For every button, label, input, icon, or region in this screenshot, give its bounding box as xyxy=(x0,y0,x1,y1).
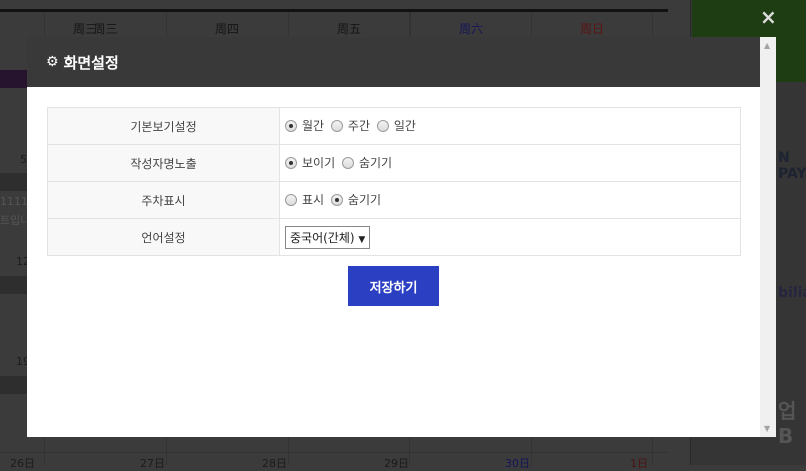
radio-label: 일간 xyxy=(393,119,416,134)
settings-table: 기본보기설정 월간 주간 일간 작성자명노출 보이기 숨기기 주차표시 표시 숨… xyxy=(47,107,741,256)
ad-text[interactable]: bilia xyxy=(778,285,806,301)
radio-weekly[interactable]: 주간 xyxy=(330,117,371,134)
calendar-date: 30日 xyxy=(505,457,530,470)
scroll-down-icon[interactable]: ▼ xyxy=(764,424,770,433)
radio-daily[interactable]: 일간 xyxy=(376,117,416,134)
ad-text[interactable]: N PAY xyxy=(778,150,806,182)
ad-text[interactable]: 업B xyxy=(778,395,806,448)
radio-icon[interactable] xyxy=(341,156,354,169)
close-button[interactable]: × xyxy=(760,5,777,29)
radio-show-author[interactable]: 보이기 xyxy=(285,154,335,171)
radio-label: 표시 xyxy=(302,193,325,208)
modal-header: ⚙ 화면설정 xyxy=(27,37,760,87)
radio-hide-week[interactable]: 숨기기 xyxy=(330,191,382,208)
radio-label: 숨기기 xyxy=(347,193,382,208)
row-label: 기본보기설정 xyxy=(47,107,280,145)
calendar-event[interactable]: 트입니 xyxy=(0,212,30,228)
calendar-date: 1日 xyxy=(630,457,648,470)
chevron-down-icon: ▼ xyxy=(358,234,366,245)
radio-label: 월간 xyxy=(302,119,325,134)
gear-icon: ⚙ xyxy=(46,54,59,70)
language-selected: 중국어(간체) xyxy=(290,230,355,245)
radio-icon[interactable] xyxy=(330,193,343,206)
radio-icon[interactable] xyxy=(285,193,297,206)
calendar-date: 27日 xyxy=(140,457,165,470)
radio-label: 보이기 xyxy=(302,156,336,171)
calendar-date: 28日 xyxy=(262,457,287,470)
calendar-date: 5 xyxy=(20,153,27,166)
row-label: 언어설정 xyxy=(47,218,280,256)
radio-icon[interactable] xyxy=(285,119,297,132)
calendar-event[interactable]: 1111 xyxy=(0,195,28,208)
radio-monthly[interactable]: 월간 xyxy=(285,117,324,134)
row-label: 작성자명노출 xyxy=(47,144,280,182)
table-row: 언어설정 중국어(간체) ▼ xyxy=(47,218,741,256)
save-button[interactable]: 저장하기 xyxy=(348,266,439,306)
calendar-date: 29日 xyxy=(384,457,409,470)
modal-title: 화면설정 xyxy=(63,53,119,72)
screen-settings-modal: ⚙ 화면설정 ▲ ▼ 기본보기설정 월간 주간 일간 작성자명노출 보이기 숨기… xyxy=(27,37,776,437)
radio-icon[interactable] xyxy=(376,119,389,132)
table-row: 작성자명노출 보이기 숨기기 xyxy=(47,144,741,182)
table-row: 기본보기설정 월간 주간 일간 xyxy=(47,107,741,145)
scrollbar[interactable]: ▲ ▼ xyxy=(760,37,776,437)
radio-label: 주간 xyxy=(347,119,371,134)
radio-show-week[interactable]: 표시 xyxy=(285,191,324,208)
radio-icon[interactable] xyxy=(285,156,297,169)
radio-hide-author[interactable]: 숨기기 xyxy=(341,154,393,171)
language-select[interactable]: 중국어(간체) ▼ xyxy=(285,225,371,249)
radio-icon[interactable] xyxy=(330,119,343,132)
calendar-date: 26日 xyxy=(10,457,35,470)
table-row: 주차표시 표시 숨기기 xyxy=(47,181,741,219)
row-label: 주차표시 xyxy=(47,181,280,219)
radio-label: 숨기기 xyxy=(358,156,393,171)
scroll-up-icon[interactable]: ▲ xyxy=(764,41,770,50)
